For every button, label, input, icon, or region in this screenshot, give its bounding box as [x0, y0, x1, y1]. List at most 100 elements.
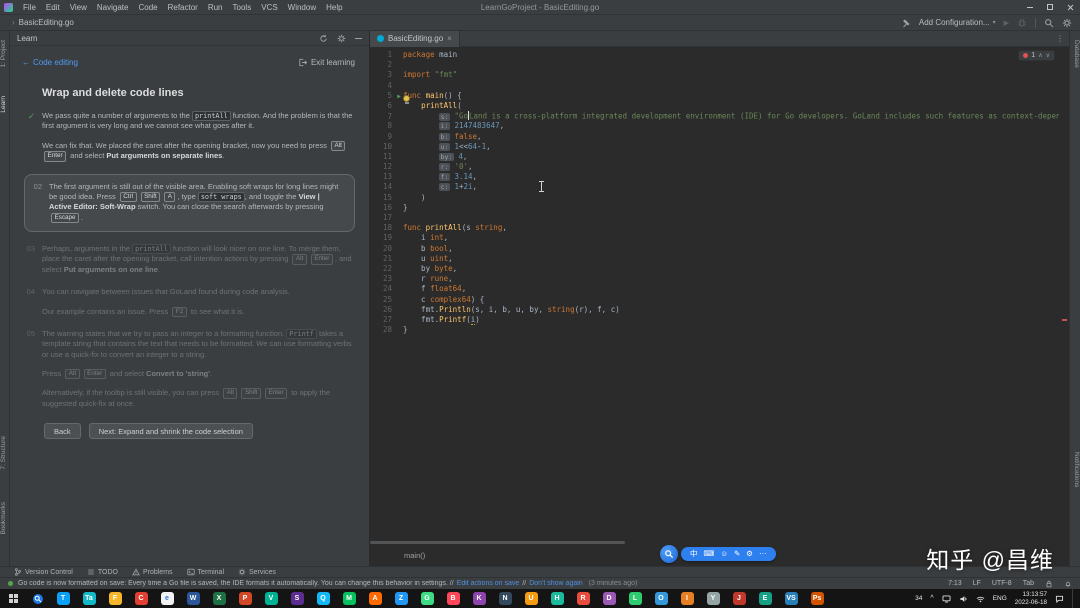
code-line[interactable]: 11 by: 4, [370, 152, 1059, 162]
tool-services[interactable]: Services [238, 568, 276, 576]
code-line[interactable]: 13 f: 3.14, [370, 172, 1059, 182]
ime-button[interactable]: 中 [690, 547, 698, 561]
taskbar-app-icon[interactable]: J [726, 589, 752, 608]
taskbar-app-icon[interactable]: B [440, 589, 466, 608]
tab-overflow-icon[interactable]: ⋮ [1051, 34, 1069, 43]
taskbar-app-icon[interactable]: X [206, 589, 232, 608]
breadcrumb-function[interactable]: main() [404, 551, 425, 560]
tool-stripe-button--structure[interactable]: 7: Structure [0, 433, 9, 473]
network-icon[interactable] [976, 595, 985, 603]
code-line[interactable]: 9 b: false, [370, 132, 1059, 142]
code-line[interactable]: 1 package main [370, 50, 1059, 60]
menu-refactor[interactable]: Refactor [163, 3, 203, 12]
taskbar-app-icon[interactable]: H [544, 589, 570, 608]
code-line[interactable]: 17 [370, 213, 1059, 223]
taskbar-app-icon[interactable]: L [622, 589, 648, 608]
tab-close-icon[interactable]: × [447, 34, 452, 43]
code-line[interactable]: 7 s: "GoLand is a cross-platform integra… [370, 111, 1059, 121]
caret-position[interactable]: 7:13 [948, 580, 962, 587]
settings-gear-icon[interactable] [1062, 18, 1072, 28]
taskbar-app-icon[interactable]: G [414, 589, 440, 608]
code-line[interactable]: 5▶func main() { [370, 91, 1059, 101]
taskbar-app-icon[interactable]: U [518, 589, 544, 608]
tool-version-control[interactable]: Version Control [14, 568, 73, 576]
maximize-button[interactable] [1040, 0, 1060, 14]
search-everywhere-icon[interactable] [1044, 18, 1054, 28]
taskbar-app-icon[interactable]: W [180, 589, 206, 608]
code-line[interactable]: 20 b bool, [370, 244, 1059, 254]
minimize-button[interactable] [1020, 0, 1040, 14]
taskbar-app-icon[interactable]: R [570, 589, 596, 608]
ime-button[interactable]: ⚙ [746, 547, 753, 561]
error-stripe-mark[interactable] [1062, 319, 1067, 321]
readonly-lock-icon[interactable] [1045, 580, 1053, 588]
tool-stripe-button-database[interactable]: Database [1070, 37, 1080, 71]
taskbar-app-icon[interactable]: e [154, 589, 180, 608]
menu-run[interactable]: Run [203, 3, 228, 12]
show-desktop-button[interactable] [1072, 589, 1075, 608]
code-line[interactable]: 8 i: 2147483647, [370, 121, 1059, 131]
menu-window[interactable]: Window [283, 3, 321, 12]
menu-help[interactable]: Help [321, 3, 347, 12]
tray-chevron-icon[interactable]: ^ [930, 595, 933, 602]
back-button[interactable]: Back [44, 423, 81, 439]
language-indicator[interactable]: ENG [993, 595, 1007, 602]
next-issue-icon[interactable]: ∨ [1046, 53, 1050, 59]
code-line[interactable]: 24 f float64, [370, 284, 1059, 294]
tool-stripe-button--project[interactable]: 1: Project [0, 37, 9, 70]
start-button[interactable] [0, 589, 26, 608]
action-center-icon[interactable] [1055, 595, 1064, 603]
run-icon[interactable]: ▶ [1004, 19, 1009, 27]
code-line[interactable]: 27 fmt.Printf(i) [370, 315, 1059, 325]
menu-view[interactable]: View [65, 3, 92, 12]
code-line[interactable]: 25 c complex64) { [370, 295, 1059, 305]
taskbar-app-icon[interactable]: Q [310, 589, 336, 608]
ime-button[interactable]: ☺ [720, 547, 728, 561]
prev-issue-icon[interactable]: ∧ [1038, 53, 1042, 59]
editor-tab-basicediting[interactable]: BasicEditing.go × [370, 31, 460, 47]
horizontal-scrollbar[interactable] [370, 541, 625, 544]
close-button[interactable] [1060, 0, 1080, 14]
file-encoding[interactable]: UTF-8 [992, 580, 1012, 587]
taskbar-app-icon[interactable]: O [648, 589, 674, 608]
code-line[interactable]: 15 ) [370, 193, 1059, 203]
display-icon[interactable] [942, 595, 951, 603]
code-editor[interactable]: 1 package main2 3 import "fmt"4 5▶func m… [370, 47, 1059, 544]
line-separator[interactable]: LF [973, 580, 981, 587]
taskbar-app-icon[interactable]: C [128, 589, 154, 608]
taskbar-app-icon[interactable]: F [102, 589, 128, 608]
add-configuration-button[interactable]: Add Configuration... ▾ [919, 18, 996, 27]
notifications-bell-icon[interactable] [1064, 580, 1072, 588]
code-line[interactable]: 10 u: 1<<64-1, [370, 142, 1059, 152]
code-line[interactable]: 12 r: '0', [370, 162, 1059, 172]
code-line[interactable]: 2 [370, 60, 1059, 70]
taskbar-app-icon[interactable]: P [232, 589, 258, 608]
taskbar-app-icon[interactable]: Ta [76, 589, 102, 608]
taskbar-app-icon[interactable]: I [674, 589, 700, 608]
taskbar-app-icon[interactable]: Ps [804, 589, 830, 608]
taskbar-app-icon[interactable]: K [466, 589, 492, 608]
panel-settings-gear-icon[interactable] [337, 34, 346, 43]
taskbar-clock[interactable]: 13:13:57 2022-06-18 [1015, 591, 1047, 606]
code-line[interactable]: 4 [370, 81, 1059, 91]
taskbar-app-icon[interactable]: N [492, 589, 518, 608]
code-line[interactable]: 22 by byte, [370, 264, 1059, 274]
taskbar-app-icon[interactable]: E [752, 589, 778, 608]
hide-panel-icon[interactable] [355, 38, 362, 39]
code-line[interactable]: 23 r rune, [370, 274, 1059, 284]
taskbar-app-icon[interactable]: D [596, 589, 622, 608]
inspections-widget[interactable]: 1 ∧ ∨ [1018, 50, 1055, 61]
restart-lesson-icon[interactable] [319, 34, 328, 43]
tool-stripe-button-notifications[interactable]: Notifications [1070, 449, 1080, 490]
ime-logo-icon[interactable] [660, 545, 678, 563]
taskbar-app-icon[interactable]: Z [388, 589, 414, 608]
tool-problems[interactable]: Problems [132, 568, 173, 576]
taskbar-app-icon[interactable]: M [336, 589, 362, 608]
menu-file[interactable]: File [18, 3, 41, 12]
editor-scrollbar[interactable] [1059, 47, 1069, 544]
code-line[interactable]: 3 import "fmt" [370, 70, 1059, 80]
taskbar-app-icon[interactable]: S [284, 589, 310, 608]
debug-bug-icon[interactable] [1017, 18, 1027, 28]
build-hammer-icon[interactable] [901, 18, 911, 28]
breadcrumb-file[interactable]: BasicEditing.go [19, 18, 74, 27]
